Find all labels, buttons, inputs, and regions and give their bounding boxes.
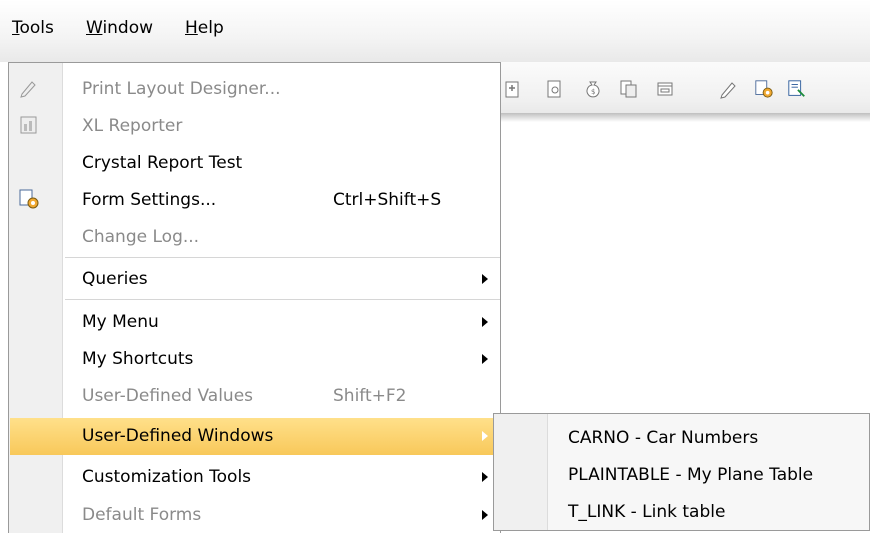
toolbar-shadow xyxy=(500,113,870,122)
menu-item-label: Default Forms xyxy=(82,505,202,525)
menu-item-print-layout-designer[interactable]: Print Layout Designer... xyxy=(10,71,500,108)
menu-item-label: User-Defined Values xyxy=(82,386,254,406)
menu-item-user-defined-windows[interactable]: User-Defined Windows xyxy=(10,418,500,455)
menu-item-user-defined-values[interactable]: User-Defined Values Shift+F2 xyxy=(10,378,500,415)
submenu-item-label: T_LINK - Link table xyxy=(568,502,726,522)
document-copy-icon[interactable] xyxy=(619,78,639,100)
submenu-arrow-icon xyxy=(482,354,488,364)
menu-item-queries[interactable]: Queries xyxy=(10,261,500,298)
menu-item-change-log[interactable]: Change Log... xyxy=(10,219,500,256)
menu-tools[interactable]: Tools xyxy=(12,18,54,38)
menu-item-label: Queries xyxy=(82,269,148,289)
menu-item-form-settings[interactable]: Form Settings... Ctrl+Shift+S xyxy=(10,182,500,219)
submenu-arrow-icon xyxy=(482,317,488,327)
submenu-item-carno[interactable]: CARNO - Car Numbers xyxy=(495,418,869,455)
menu-item-label: My Shortcuts xyxy=(82,349,194,369)
menu-item-default-forms[interactable]: Default Forms xyxy=(10,497,500,533)
form-settings-icon xyxy=(18,188,40,210)
window-icon[interactable] xyxy=(655,78,675,100)
menu-item-label: User-Defined Windows xyxy=(82,426,274,446)
money-bag-icon[interactable]: $ xyxy=(583,78,603,100)
submenu-arrow-icon xyxy=(482,510,488,520)
menu-item-label: Form Settings... xyxy=(82,190,217,210)
menu-item-xl-reporter[interactable]: XL Reporter xyxy=(10,108,500,145)
calculator-icon[interactable] xyxy=(545,78,565,100)
menu-separator xyxy=(65,257,500,258)
menu-item-my-menu[interactable]: My Menu xyxy=(10,304,500,341)
menu-bar: Tools Window Help xyxy=(0,0,870,62)
submenu-arrow-icon xyxy=(482,431,488,441)
shortcut-label: Shift+F2 xyxy=(333,386,407,406)
menu-item-crystal-report-test[interactable]: Crystal Report Test xyxy=(10,145,500,182)
menu-item-label: Customization Tools xyxy=(82,467,252,487)
import-icon[interactable] xyxy=(503,78,523,100)
menu-help[interactable]: Help xyxy=(185,18,224,38)
menu-separator xyxy=(65,299,500,300)
xl-reporter-icon xyxy=(18,114,40,136)
submenu-arrow-icon xyxy=(482,472,488,482)
menu-item-my-shortcuts[interactable]: My Shortcuts xyxy=(10,341,500,378)
submenu-arrow-icon xyxy=(482,274,488,284)
submenu-item-label: CARNO - Car Numbers xyxy=(568,428,759,448)
menu-item-label: My Menu xyxy=(82,312,159,332)
menu-item-label: Change Log... xyxy=(82,227,200,247)
menu-item-label: Print Layout Designer... xyxy=(82,79,281,99)
submenu-item-label: PLAINTABLE - My Plane Table xyxy=(568,465,814,485)
menu-item-customization-tools[interactable]: Customization Tools xyxy=(10,459,500,496)
submenu-item-plaintable[interactable]: PLAINTABLE - My Plane Table xyxy=(495,455,869,492)
form-settings-icon[interactable] xyxy=(754,78,774,100)
pencil-icon[interactable] xyxy=(718,78,738,100)
user-defined-windows-submenu: CARNO - Car Numbers PLAINTABLE - My Plan… xyxy=(493,413,870,531)
shortcut-label: Ctrl+Shift+S xyxy=(333,190,442,210)
svg-text:$: $ xyxy=(591,88,595,96)
submenu-item-t-link[interactable]: T_LINK - Link table xyxy=(495,492,869,529)
menu-item-label: XL Reporter xyxy=(82,116,183,136)
query-icon[interactable] xyxy=(787,78,807,100)
pencil-icon xyxy=(18,77,40,99)
menu-window[interactable]: Window xyxy=(86,18,153,38)
tools-menu: Print Layout Designer... XL Reporter Cry… xyxy=(8,62,501,533)
menu-item-label: Crystal Report Test xyxy=(82,153,243,173)
